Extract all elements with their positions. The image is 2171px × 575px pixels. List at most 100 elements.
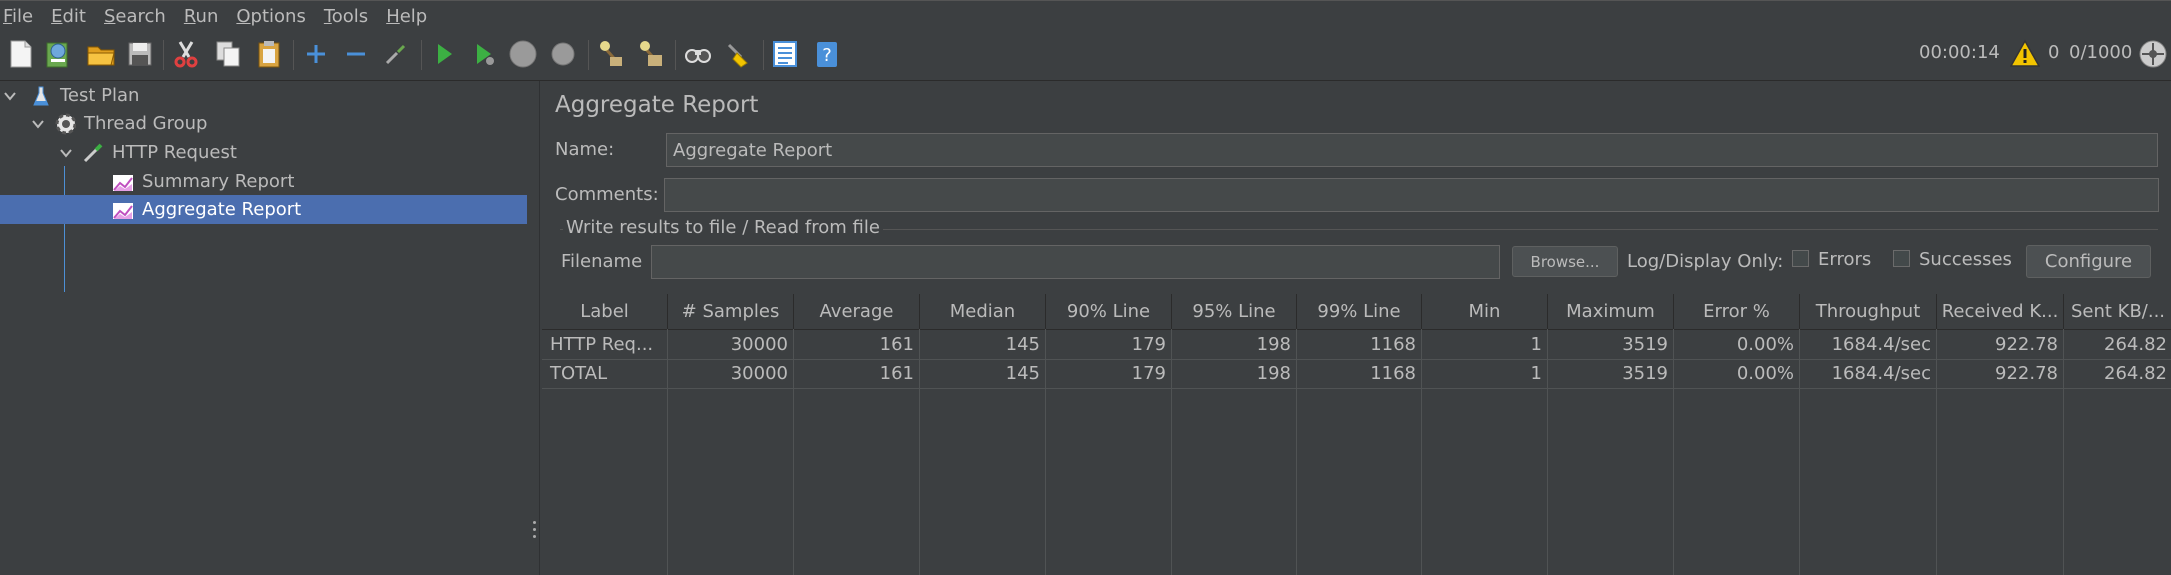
toolbar-separator — [763, 40, 764, 70]
toolbar-separator — [588, 40, 589, 70]
column-header[interactable]: 99% Line — [1297, 294, 1422, 329]
column-header[interactable]: Received K... — [1937, 294, 2064, 329]
table-cell: 264.82 — [2104, 334, 2167, 355]
errors-checkbox[interactable] — [1792, 250, 1809, 267]
column-gridline — [1799, 329, 1800, 575]
help-icon[interactable]: ? — [810, 37, 844, 71]
warning-icon[interactable] — [2009, 39, 2041, 69]
table-cell: 179 — [1131, 334, 1166, 355]
expand-icon[interactable] — [299, 37, 333, 71]
column-header[interactable]: Sent KB/... — [2064, 294, 2171, 329]
table-cell: 198 — [1256, 363, 1291, 384]
table-cell: 3519 — [1622, 334, 1668, 355]
remote-hosts-icon[interactable] — [2138, 39, 2168, 69]
errors-label: Errors — [1818, 249, 1872, 270]
table-row[interactable]: HTTP Req... 30000 161 145 179 198 1168 1 3519 0.0… — [542, 330, 2171, 360]
divider-grip[interactable] — [533, 528, 536, 531]
divider-grip[interactable] — [533, 521, 536, 524]
menu-tools[interactable]: Tools — [321, 6, 374, 27]
paste-icon[interactable] — [252, 37, 286, 71]
menu-run[interactable]: Run — [181, 6, 225, 27]
menu-edit[interactable]: Edit — [48, 6, 92, 27]
toggle-icon[interactable] — [379, 37, 413, 71]
name-field[interactable]: Aggregate Report — [666, 133, 2158, 167]
table-cell: 30000 — [730, 334, 788, 355]
results-table: Label # Samples Average Median 90% Line 95% L… — [542, 294, 2171, 575]
log-display-label: Log/Display Only: — [1627, 251, 1784, 272]
chevron-down-icon[interactable] — [31, 117, 45, 131]
collapse-icon[interactable] — [339, 37, 373, 71]
divider-grip[interactable] — [533, 535, 536, 538]
comments-label: Comments: — [555, 184, 659, 205]
column-header[interactable]: Median — [920, 294, 1046, 329]
column-header[interactable]: Average — [794, 294, 920, 329]
column-header[interactable]: Throughput — [1800, 294, 1937, 329]
tree-node-test-plan[interactable]: Test Plan — [0, 81, 139, 110]
tree-node-thread-group[interactable]: Thread Group — [0, 109, 207, 138]
configure-button[interactable]: Configure — [2026, 245, 2151, 278]
column-gridline — [667, 329, 668, 575]
column-header[interactable]: Min — [1422, 294, 1548, 329]
reset-search-icon[interactable] — [721, 37, 755, 71]
comments-field[interactable] — [664, 178, 2159, 212]
clear-icon[interactable] — [594, 37, 628, 71]
table-cell: HTTP Req... — [550, 334, 654, 355]
column-header[interactable]: 90% Line — [1046, 294, 1172, 329]
shutdown-icon[interactable] — [546, 37, 580, 71]
table-cell: 30000 — [730, 363, 788, 384]
column-header[interactable]: Error % — [1674, 294, 1800, 329]
column-header[interactable]: Label — [542, 294, 668, 329]
new-icon[interactable] — [4, 37, 38, 71]
column-header[interactable]: 95% Line — [1172, 294, 1297, 329]
copy-icon[interactable] — [211, 37, 245, 71]
filename-field[interactable] — [651, 245, 1500, 279]
cut-icon[interactable] — [169, 37, 203, 71]
open-icon[interactable] — [84, 37, 118, 71]
stop-icon[interactable] — [506, 37, 540, 71]
successes-checkbox[interactable] — [1893, 250, 1910, 267]
table-cell: TOTAL — [550, 363, 608, 384]
tree-node-label: Aggregate Report — [142, 199, 302, 220]
table-header: Label # Samples Average Median 90% Line 95% L… — [542, 294, 2171, 330]
toolbar-separator — [421, 40, 422, 70]
clear-all-icon[interactable] — [634, 37, 668, 71]
table-cell: 1684.4/sec — [1831, 363, 1931, 384]
tree-node-label: HTTP Request — [112, 142, 237, 163]
graph-icon — [112, 199, 134, 221]
tree-node-http-request[interactable]: HTTP Request — [0, 138, 237, 167]
tree-node-summary-report[interactable]: Summary Report — [0, 167, 294, 196]
start-icon[interactable] — [427, 37, 461, 71]
split-pane-divider[interactable] — [527, 81, 540, 575]
table-row[interactable]: TOTAL 30000 161 145 179 198 1168 1 3519 0.00% 1684… — [542, 359, 2171, 389]
warning-count: 0 — [2048, 42, 2060, 63]
menu-help[interactable]: Help — [383, 6, 433, 27]
tree-node-aggregate-report[interactable]: Aggregate Report — [0, 195, 527, 224]
column-header[interactable]: Maximum — [1548, 294, 1674, 329]
table-cell: 0.00% — [1736, 334, 1794, 355]
tree-node-label: Summary Report — [142, 171, 295, 192]
column-header[interactable]: # Samples — [668, 294, 794, 329]
save-icon[interactable] — [123, 37, 157, 71]
table-cell: 922.78 — [1995, 363, 2058, 384]
table-cell: 161 — [879, 363, 914, 384]
start-no-pauses-icon[interactable] — [467, 37, 501, 71]
menu-search[interactable]: Search — [101, 6, 172, 27]
table-cell: 1684.4/sec — [1831, 334, 1931, 355]
templates-icon[interactable] — [42, 37, 76, 71]
file-fieldset-legend: Write results to file / Read from file — [563, 217, 883, 238]
table-cell: 3519 — [1622, 363, 1668, 384]
elapsed-time: 00:00:14 — [1919, 42, 2000, 63]
gear-icon — [54, 113, 76, 135]
chevron-down-icon[interactable] — [3, 89, 17, 103]
chevron-down-icon[interactable] — [59, 146, 73, 160]
menu-options[interactable]: Options — [233, 6, 311, 27]
column-gridline — [1547, 329, 1548, 575]
menu-bar: File Edit Search Run Options Tools Help — [0, 0, 2171, 31]
table-cell: 198 — [1256, 334, 1291, 355]
search-icon[interactable] — [681, 37, 715, 71]
browse-button[interactable]: Browse... — [1512, 246, 1618, 277]
function-helper-icon[interactable] — [768, 37, 802, 71]
table-cell: 161 — [879, 334, 914, 355]
menu-file[interactable]: File — [0, 6, 39, 27]
table-cell: 145 — [1005, 363, 1040, 384]
